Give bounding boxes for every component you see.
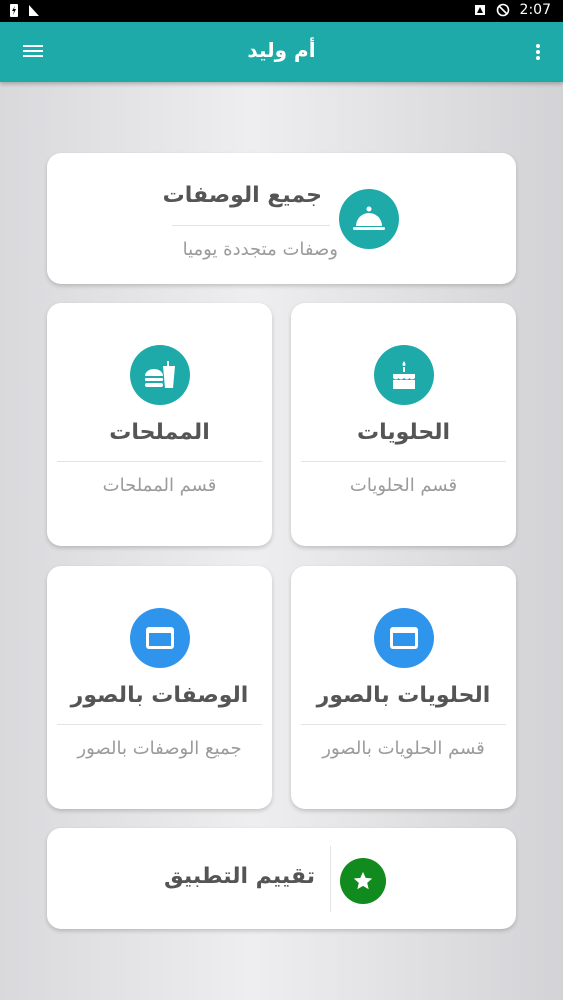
signal-icon — [29, 5, 39, 16]
savory-card[interactable]: المملحات قسم المملحات — [47, 303, 272, 546]
all-recipes-title: جميع الوصفات — [162, 183, 322, 208]
birthday-cake-icon — [373, 345, 434, 405]
do-not-disturb-icon — [496, 3, 509, 17]
rate-app-card[interactable]: تقييم التطبيق — [47, 828, 516, 929]
all-recipes-card[interactable]: جميع الوصفات وصفات متجددة يوميا — [47, 153, 516, 284]
recipes-photos-card[interactable]: الوصفات بالصور جميع الوصفات بالصور — [47, 566, 272, 809]
status-left-icons — [8, 3, 40, 17]
divider — [57, 461, 262, 462]
page-title: أم وليد — [247, 38, 316, 62]
battery-charging-icon — [10, 4, 18, 17]
sweets-card[interactable]: الحلويات قسم الحلويات — [291, 303, 516, 546]
sweets-title: الحلويات — [356, 420, 451, 445]
savory-title: المملحات — [109, 420, 210, 445]
sweets-subtitle: قسم الحلويات — [349, 475, 458, 496]
divider — [57, 724, 262, 725]
cloche-icon — [339, 189, 399, 249]
status-time: 2:07 — [519, 2, 551, 18]
window-icon — [129, 608, 190, 668]
savory-subtitle: قسم المملحات — [102, 475, 217, 496]
divider — [301, 461, 506, 462]
app-bar: أم وليد — [0, 22, 563, 82]
sweets-photos-card[interactable]: الحلويات بالصور قسم الحلويات بالصور — [291, 566, 516, 809]
divider — [330, 846, 331, 912]
status-bar: 2:07 — [0, 0, 563, 22]
sweets-photos-title: الحلويات بالصور — [316, 683, 491, 708]
divider — [172, 225, 330, 226]
recipes-photos-subtitle: جميع الوصفات بالصور — [77, 738, 242, 759]
app-notification-icon — [474, 5, 485, 15]
fastfood-icon — [129, 345, 190, 405]
status-right-icons: 2:07 — [474, 2, 551, 18]
sweets-photos-subtitle: قسم الحلويات بالصور — [322, 738, 485, 759]
divider — [301, 724, 506, 725]
all-recipes-subtitle: وصفات متجددة يوميا — [182, 239, 338, 260]
more-vert-icon[interactable] — [535, 42, 541, 62]
recipes-photos-title: الوصفات بالصور — [70, 683, 249, 708]
window-icon — [373, 608, 434, 668]
star-icon — [340, 858, 386, 904]
rate-app-title: تقييم التطبيق — [164, 864, 315, 889]
